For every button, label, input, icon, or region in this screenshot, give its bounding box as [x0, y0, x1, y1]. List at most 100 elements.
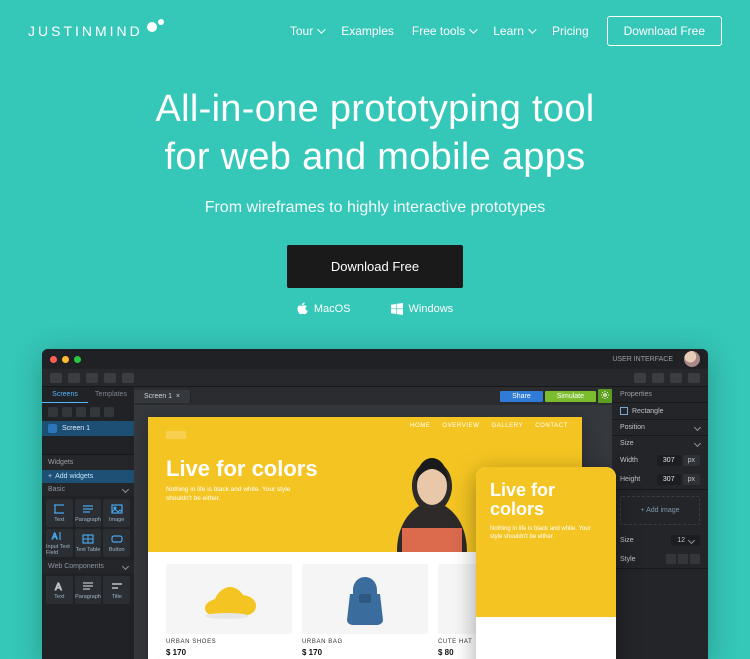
category-web-components[interactable]: Web Components [42, 560, 134, 573]
platform-label: Windows [409, 303, 454, 315]
site-nav-item[interactable]: CONTACT [535, 423, 568, 429]
widget-image[interactable]: Image [103, 499, 130, 527]
model-image [372, 432, 492, 552]
style-button[interactable] [666, 554, 676, 564]
toolbar-button[interactable] [634, 373, 646, 383]
phone-hero: Live for colors Nothing in life is black… [476, 467, 616, 617]
widget-label: Text Table [76, 547, 101, 553]
toolbar-button[interactable] [68, 373, 80, 383]
screen-label: Screen 1 [62, 425, 90, 432]
nav-label: Examples [341, 24, 394, 38]
style-button[interactable] [690, 554, 700, 564]
toolbar-button[interactable] [122, 373, 134, 383]
product-image [166, 564, 292, 634]
avatar[interactable] [684, 351, 700, 367]
nav-learn[interactable]: Learn [493, 24, 534, 38]
canvas-tabbar: Screen 1 × Share Simulate [134, 387, 612, 405]
height-input[interactable]: 307 [657, 474, 681, 485]
widget-text[interactable]: Text [46, 499, 73, 527]
nav-pricing[interactable]: Pricing [552, 24, 589, 38]
position-group[interactable]: Position [612, 420, 708, 435]
toolbar-button[interactable] [50, 373, 62, 383]
widget-label: Title [112, 594, 122, 600]
share-button[interactable]: Share [500, 391, 543, 402]
toolbar-button[interactable] [62, 407, 72, 417]
unit-select[interactable]: px [683, 474, 700, 485]
svg-text:A: A [55, 582, 62, 592]
simulate-button[interactable]: Simulate [545, 391, 596, 402]
size-group[interactable]: Size [612, 436, 708, 451]
tab-screens[interactable]: Screens [42, 387, 88, 403]
phone-artboard[interactable]: Live for colors Nothing in life is black… [476, 467, 616, 659]
toolbar-button[interactable] [104, 407, 114, 417]
phone-headline: Live for colors [490, 481, 602, 519]
widget-paragraph[interactable]: Paragraph [75, 576, 102, 604]
widget-label: Paragraph [75, 594, 101, 600]
widget-table[interactable]: Text Table [75, 529, 102, 557]
product-card[interactable]: URBAN BAG $ 170 [302, 564, 428, 657]
site-tagline: Nothing in life is black and white. Your… [166, 486, 296, 504]
project-label: USER INTERFACE [612, 356, 673, 363]
minimize-icon[interactable] [62, 356, 69, 363]
maximize-icon[interactable] [74, 356, 81, 363]
platform-windows[interactable]: Windows [391, 303, 454, 315]
left-panel: Screens Templates Screen 1 Widgets + [42, 387, 134, 659]
shape-row: Rectangle [612, 403, 708, 419]
toolbar-button[interactable] [688, 373, 700, 383]
nav-free-tools[interactable]: Free tools [412, 24, 475, 38]
download-free-button[interactable]: Download Free [607, 16, 722, 46]
hero-download-button[interactable]: Download Free [287, 245, 463, 288]
tab-templates[interactable]: Templates [88, 387, 134, 403]
toolbar-button[interactable] [670, 373, 682, 383]
toolbar-button[interactable] [76, 407, 86, 417]
rectangle-icon [620, 407, 628, 415]
unit-select[interactable]: px [683, 455, 700, 466]
toolbar-button[interactable] [104, 373, 116, 383]
widget-label: Text [54, 517, 64, 523]
widget-title[interactable]: Title [103, 576, 130, 604]
product-card[interactable]: URBAN SHOES $ 170 [166, 564, 292, 657]
widget-text[interactable]: AText [46, 576, 73, 604]
toolbar-button[interactable] [90, 407, 100, 417]
web-widgets-grid: AText Paragraph Title [42, 573, 134, 607]
add-image-button[interactable]: + Add image [620, 496, 700, 525]
settings-button[interactable] [598, 389, 612, 403]
width-input[interactable]: 307 [657, 455, 681, 466]
logo[interactable]: JUSTINMIND [28, 23, 164, 39]
canvas-tab[interactable]: Screen 1 × [134, 390, 191, 403]
platform-mac[interactable]: MacOS [297, 302, 351, 315]
close-icon[interactable] [50, 356, 57, 363]
apple-icon [297, 302, 308, 315]
widget-label: Paragraph [75, 517, 101, 523]
properties-panel: Properties Rectangle Position Size Width… [612, 387, 708, 659]
height-row: Height 307px [612, 470, 708, 489]
widget-label: Image [109, 517, 124, 523]
svg-text:A: A [52, 532, 58, 541]
nav-tour[interactable]: Tour [290, 24, 323, 38]
site-logo [166, 431, 186, 439]
nav-examples[interactable]: Examples [341, 24, 394, 38]
widget-input[interactable]: AInput Text Field [46, 529, 73, 557]
category-basic[interactable]: Basic [42, 483, 134, 496]
site-header: JUSTINMIND Tour Examples Free tools Lear… [0, 0, 750, 46]
site-nav-item[interactable]: GALLERY [491, 423, 523, 429]
category-label: Web Components [48, 563, 104, 570]
button-label: Add widgets [55, 473, 93, 480]
site-nav-item[interactable]: OVERVIEW [442, 423, 479, 429]
add-widgets-button[interactable]: + Add widgets [42, 470, 134, 483]
field-label: Size [620, 537, 634, 544]
app-window: USER INTERFACE Screens Templates [42, 349, 708, 659]
widget-paragraph[interactable]: Paragraph [75, 499, 102, 527]
window-titlebar: USER INTERFACE [42, 349, 708, 369]
toolbar-button[interactable] [86, 373, 98, 383]
size-select[interactable]: 12 [671, 535, 700, 546]
widget-button[interactable]: Button [103, 529, 130, 557]
site-nav-item[interactable]: HOME [410, 423, 430, 429]
screen-item[interactable]: Screen 1 [42, 421, 134, 436]
style-button[interactable] [678, 554, 688, 564]
primary-nav: Tour Examples Free tools Learn Pricing D… [290, 16, 722, 46]
toolbar-button[interactable] [48, 407, 58, 417]
nav-label: Free tools [412, 24, 465, 38]
toolbar-button[interactable] [652, 373, 664, 383]
gear-icon [601, 391, 609, 399]
